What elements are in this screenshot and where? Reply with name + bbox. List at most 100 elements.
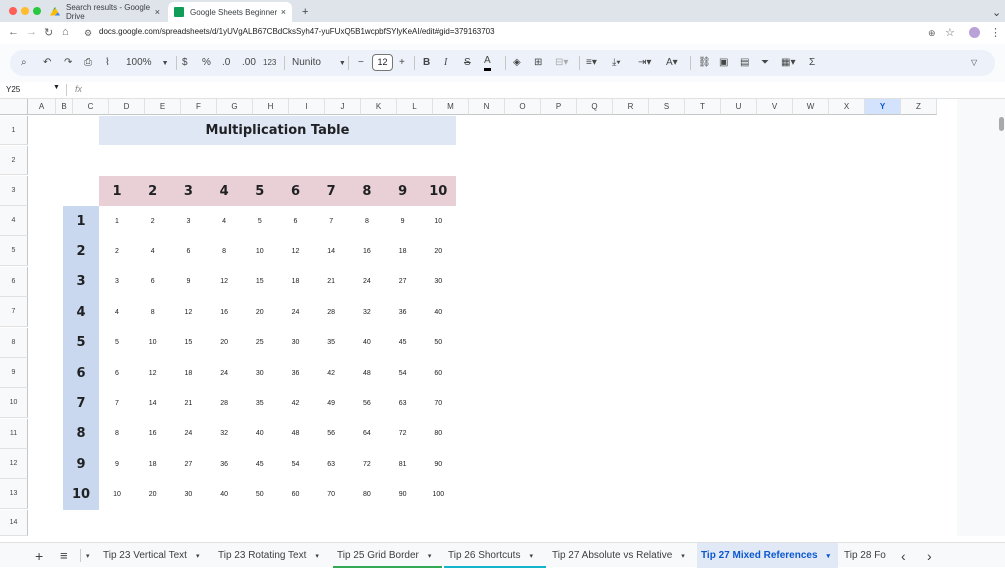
table-cell[interactable]: 16 [349,236,385,266]
table-cell[interactable]: 30 [170,480,206,510]
table-cell[interactable]: 27 [385,267,421,297]
table-cell[interactable]: 63 [313,449,349,479]
undo-icon[interactable]: ↶ [43,55,51,71]
column-header-m[interactable]: M [433,99,469,115]
table-cell[interactable]: 5 [242,206,278,236]
table-row-header[interactable]: 4 [63,297,99,327]
table-cell[interactable]: 8 [135,297,171,327]
sheet-tab[interactable]: Tip 23 Rotating Text ▾ [214,543,331,568]
close-tab-icon[interactable]: × [281,7,286,17]
more-formats-button[interactable]: 123 [263,55,276,71]
table-cell[interactable]: 12 [278,236,314,266]
column-header-w[interactable]: W [793,99,829,115]
table-cell[interactable]: 10 [99,480,135,510]
table-cell[interactable]: 20 [242,297,278,327]
table-row-header[interactable]: 9 [63,449,99,479]
table-cell[interactable]: 4 [206,206,242,236]
table-cell[interactable]: 10 [420,206,456,236]
table-cell[interactable]: 8 [206,236,242,266]
table-cell[interactable]: 6 [135,267,171,297]
table-column-header[interactable]: 10 [420,176,456,206]
table-cell[interactable]: 32 [349,297,385,327]
chevron-down-icon[interactable]: ▾ [82,543,94,568]
row-header-6[interactable]: 6 [0,267,28,297]
redo-icon[interactable]: ↷ [64,55,72,71]
table-cell[interactable]: 24 [206,358,242,388]
vertical-scrollbar[interactable] [957,99,1005,536]
column-header-x[interactable]: X [829,99,865,115]
table-cell[interactable]: 90 [385,480,421,510]
table-cell[interactable]: 9 [385,206,421,236]
strikethrough-button[interactable]: S [464,55,471,71]
chevron-down-icon[interactable]: ▼ [53,84,60,91]
column-header-u[interactable]: U [721,99,757,115]
functions-button[interactable]: Σ [809,55,815,71]
scrollbar-thumb[interactable] [999,117,1004,131]
name-box[interactable]: Y25 [6,85,20,94]
column-header-a[interactable]: A [28,99,56,115]
table-cell[interactable]: 45 [385,328,421,358]
chevron-down-icon[interactable]: ▾ [827,552,831,560]
row-header-4[interactable]: 4 [0,206,28,236]
row-header-11[interactable]: 11 [0,419,28,449]
table-cell[interactable]: 36 [206,449,242,479]
chevron-down-icon[interactable]: ▾ [315,552,319,560]
table-cell[interactable]: 63 [385,388,421,418]
table-cell[interactable]: 42 [278,388,314,418]
all-sheets-button[interactable]: ≡ [56,543,72,568]
table-cell[interactable]: 7 [99,388,135,418]
scroll-tabs-left-button[interactable]: ‹ [897,543,910,568]
table-cell[interactable]: 72 [385,419,421,449]
row-header-13[interactable]: 13 [0,479,28,509]
filter-icon[interactable]: ⏷ [761,55,769,71]
table-cell[interactable]: 16 [206,297,242,327]
table-column-header[interactable]: 8 [349,176,385,206]
table-cell[interactable]: 80 [420,419,456,449]
table-cell[interactable]: 8 [99,419,135,449]
browser-tab-sheets[interactable]: Google Sheets Beginner Full Co × [168,2,292,22]
table-cell[interactable]: 18 [278,267,314,297]
new-tab-button[interactable]: + [296,2,314,22]
text-wrapping-icon[interactable]: ⇥▾ [638,55,651,71]
table-row-header[interactable]: 1 [63,206,99,236]
column-header-l[interactable]: L [397,99,433,115]
scroll-tabs-right-button[interactable]: › [923,543,936,568]
sheet-tab[interactable]: Tip 27 Absolute vs Relative ▾ [548,543,695,568]
table-cell[interactable]: 12 [135,358,171,388]
vertical-align-icon[interactable]: ⤓▾ [612,55,621,71]
filter-views-icon[interactable]: ▦▾ [781,55,795,71]
column-header-h[interactable]: H [253,99,289,115]
column-header-r[interactable]: R [613,99,649,115]
table-cell[interactable]: 18 [135,449,171,479]
column-header-z[interactable]: Z [901,99,937,115]
table-cell[interactable]: 4 [135,236,171,266]
table-cell[interactable]: 3 [99,267,135,297]
column-header-e[interactable]: E [145,99,181,115]
chevron-down-icon[interactable]: ▾ [428,552,432,560]
sheet-tab[interactable]: Tip 27 Mixed References ▾ [697,543,838,568]
table-cell[interactable]: 15 [242,267,278,297]
table-cell[interactable]: 8 [349,206,385,236]
table-cell[interactable]: 24 [349,267,385,297]
table-cell[interactable]: 7 [313,206,349,236]
browser-tab-drive[interactable]: Search results - Google Drive × [44,2,166,22]
site-info-icon[interactable]: ⚙ [84,28,92,39]
table-cell[interactable]: 9 [170,267,206,297]
decrease-decimal-button[interactable]: .0 [222,55,230,71]
profile-avatar[interactable] [969,27,980,38]
spreadsheet-grid[interactable]: ABCDEFGHIJKLMNOPQRSTUVWXYZ 1 2 3 4 5 6 7 8 9 10 11… [0,99,957,536]
table-cell[interactable]: 18 [170,358,206,388]
home-icon[interactable]: ⌂ [62,26,69,38]
italic-button[interactable]: I [444,55,447,71]
table-cell[interactable]: 24 [278,297,314,327]
table-cell[interactable]: 2 [99,236,135,266]
table-cell[interactable]: 12 [206,267,242,297]
table-cell[interactable]: 40 [242,419,278,449]
maximize-window-icon[interactable] [33,7,41,15]
merge-cells-icon[interactable]: ⊟▾ [555,55,568,71]
table-cell[interactable]: 35 [242,388,278,418]
table-cell[interactable]: 14 [313,236,349,266]
table-column-header[interactable]: 1 [99,176,135,206]
zoom-icon[interactable]: ⊕ [928,28,936,39]
table-column-header[interactable]: 6 [278,176,314,206]
